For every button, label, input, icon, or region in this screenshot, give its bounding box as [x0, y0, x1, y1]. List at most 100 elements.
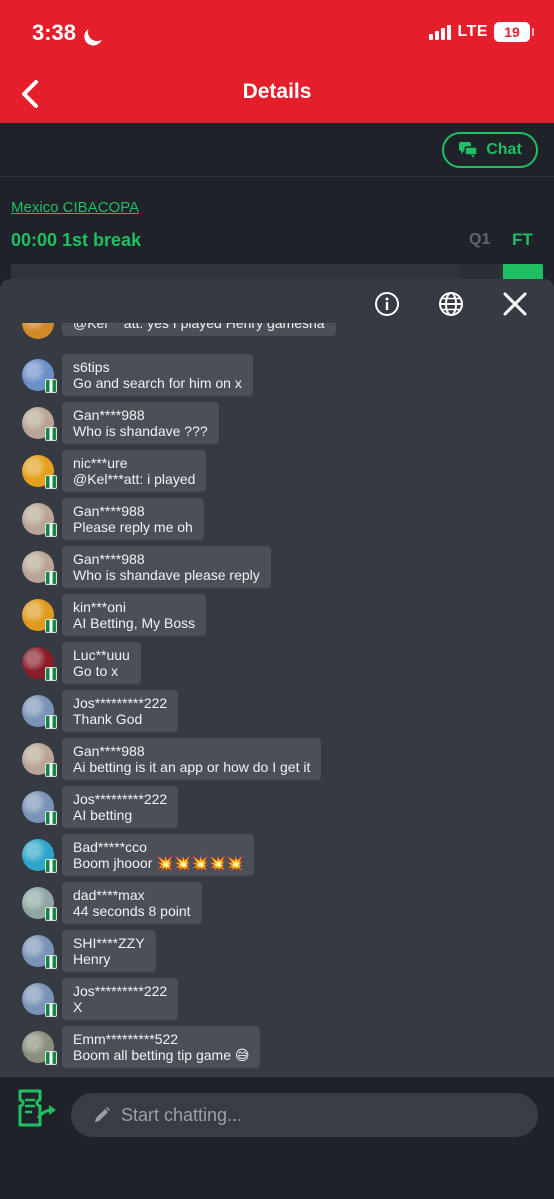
column-q1: Q1 — [469, 231, 491, 248]
flag-icon — [45, 523, 57, 537]
flag-icon — [45, 1051, 57, 1065]
avatar[interactable] — [22, 359, 57, 393]
flag-icon — [45, 379, 57, 393]
message-bubble: SHI****ZZY Henry — [62, 930, 156, 972]
chat-input-bar: Start chatting... — [0, 1077, 554, 1199]
message-bubble: Jos*********222 Thank God — [62, 690, 179, 732]
message-user: dad****max — [73, 887, 145, 903]
message-text: Boom jhooor 💥💥💥💥💥 — [73, 855, 244, 871]
message-text: AI Betting, My Boss — [73, 615, 196, 631]
message-user: SHI****ZZY — [73, 935, 145, 951]
message-bubble: Gan****988 Please reply me oh — [62, 498, 204, 540]
list-item: SHI****ZZY Henry — [22, 930, 156, 972]
avatar[interactable] — [22, 551, 57, 585]
avatar[interactable] — [22, 887, 57, 921]
message-user: Emm*********522 — [73, 1031, 179, 1047]
status-time: 3:38 — [32, 20, 100, 46]
flag-icon — [45, 427, 57, 441]
message-bubble: @Kel***att: yes I played Henry gamesha — [62, 323, 336, 336]
message-user: Jos*********222 — [73, 695, 168, 711]
flag-icon — [45, 475, 57, 489]
chat-button[interactable]: Chat — [442, 132, 538, 168]
message-text: @Kel***att: i played — [73, 471, 196, 487]
message-user: Bad*****cco — [73, 839, 147, 855]
betslip-share-icon — [18, 1089, 56, 1127]
status-bar: 3:38 LTE 19 — [0, 0, 554, 66]
message-text: @Kel***att: yes I played Henry gamesha — [73, 323, 325, 331]
message-bubble: Emm*********522 Boom all betting tip gam… — [62, 1026, 261, 1068]
list-item: Jos*********222 X — [22, 978, 179, 1020]
flag-icon — [45, 619, 57, 633]
message-user: Gan****988 — [73, 551, 145, 567]
close-icon — [503, 292, 527, 316]
message-user: Gan****988 — [73, 743, 145, 759]
list-item: Gan****988 Who is shandave please reply — [22, 546, 271, 588]
pencil-icon — [95, 1107, 110, 1122]
match-status: 00:00 1st break — [11, 230, 142, 250]
message-user: Jos*********222 — [73, 791, 168, 807]
avatar[interactable] — [22, 647, 57, 681]
detail-toolbar: Chat — [0, 123, 554, 177]
message-user: kin***oni — [73, 599, 126, 615]
flag-icon — [45, 763, 57, 777]
avatar[interactable] — [22, 695, 57, 729]
message-user: Gan****988 — [73, 503, 145, 519]
column-ft: FT — [512, 230, 533, 249]
app-header: 3:38 LTE 19 Details — [0, 0, 554, 123]
avatar[interactable] — [22, 323, 54, 339]
list-item: Emm*********522 Boom all betting tip gam… — [22, 1026, 261, 1068]
avatar[interactable] — [22, 791, 57, 825]
time-text: 3:38 — [32, 20, 77, 45]
avatar[interactable] — [22, 1031, 57, 1065]
list-item: @Kel***att: yes I played Henry gamesha — [22, 323, 336, 339]
message-text: AI betting — [73, 807, 133, 823]
avatar[interactable] — [22, 935, 57, 969]
message-text: Henry — [73, 951, 111, 967]
message-bubble: nic***ure @Kel***att: i played — [62, 450, 207, 492]
betslip-share-button[interactable] — [16, 1088, 60, 1128]
match-detail: Chat Mexico CIBACOPA 00:00 1st break Q1 … — [0, 123, 554, 284]
message-text: Go and search for him on x — [73, 375, 242, 391]
language-button[interactable] — [437, 290, 465, 318]
avatar[interactable] — [22, 839, 57, 873]
flag-icon — [45, 811, 57, 825]
flag-icon — [45, 1003, 57, 1017]
info-button[interactable] — [373, 290, 401, 318]
avatar[interactable] — [22, 503, 57, 537]
message-bubble: Bad*****cco Boom jhooor 💥💥💥💥💥 — [62, 834, 255, 876]
avatar[interactable] — [22, 455, 57, 489]
message-text: Please reply me oh — [73, 519, 193, 535]
list-item: nic***ure @Kel***att: i played — [22, 450, 207, 492]
message-text: Ai betting is it an app or how do I get … — [73, 759, 311, 775]
avatar[interactable] — [22, 407, 57, 441]
message-bubble: Gan****988 Who is shandave ??? — [62, 402, 219, 444]
list-item: Gan****988 Ai betting is it an app or ho… — [22, 738, 322, 780]
message-text: X — [73, 999, 83, 1015]
network-label: LTE — [457, 23, 488, 40]
list-item: Luc**uuu Go to x — [22, 642, 141, 684]
chat-panel: @Kel***att: yes I played Henry gamesha s… — [0, 279, 554, 1199]
message-bubble: Gan****988 Who is shandave please reply — [62, 546, 271, 588]
avatar[interactable] — [22, 599, 57, 633]
avatar[interactable] — [22, 983, 57, 1017]
flag-icon — [45, 571, 57, 585]
list-item: Gan****988 Please reply me oh — [22, 498, 204, 540]
avatar[interactable] — [22, 743, 57, 777]
list-item: kin***oni AI Betting, My Boss — [22, 594, 207, 636]
league-link[interactable]: Mexico CIBACOPA — [11, 199, 139, 216]
moon-icon — [86, 20, 109, 43]
message-list[interactable]: @Kel***att: yes I played Henry gamesha s… — [0, 323, 554, 1075]
message-bubble: dad****max 44 seconds 8 point — [62, 882, 202, 924]
page-title: Details — [242, 80, 312, 103]
close-button[interactable] — [501, 290, 529, 318]
message-bubble: s6tips Go and search for him on x — [62, 354, 253, 396]
chat-input[interactable]: Start chatting... — [71, 1093, 538, 1137]
signal-icon — [429, 24, 452, 40]
message-text: Go to x — [73, 663, 119, 679]
list-item: Gan****988 Who is shandave ??? — [22, 402, 219, 444]
list-item: Jos*********222 AI betting — [22, 786, 179, 828]
message-text: Boom all betting tip game 😅 — [73, 1047, 250, 1063]
info-icon — [375, 292, 399, 316]
list-item: s6tips Go and search for him on x — [22, 354, 253, 396]
flag-icon — [45, 955, 57, 969]
